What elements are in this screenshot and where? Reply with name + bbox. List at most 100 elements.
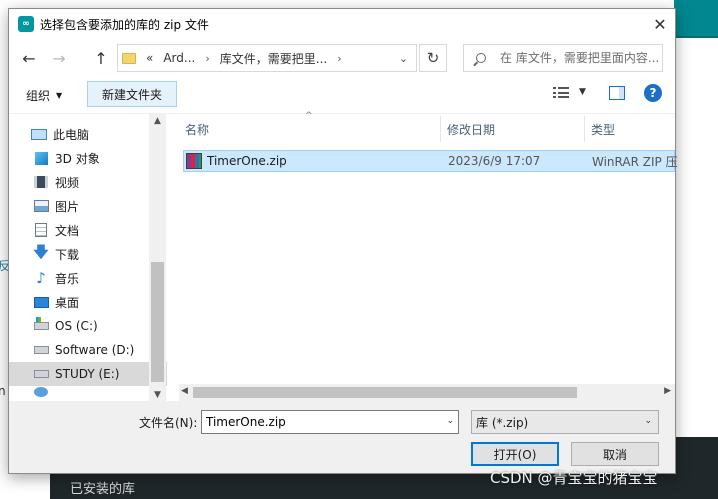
organize-label: 组织 (26, 88, 51, 103)
background-app-divider (674, 36, 718, 38)
refresh-button[interactable]: ↻ (419, 44, 447, 72)
sidebar-item-videos[interactable]: 视频 (9, 170, 167, 194)
file-list-horizontal-scrollbar[interactable]: ◀ ▶ (179, 384, 675, 401)
chevron-down-icon: ⌄ (398, 51, 409, 65)
command-toolbar: 组织 ▼ 新建文件夹 ▼ ? (9, 79, 675, 111)
sidebar-item-software-d[interactable]: Software (D:) (9, 338, 167, 362)
sidebar-item-label: 图片 (55, 199, 80, 214)
navigation-bar: ← → ↑ « Ard... › 库文件，需要把里... › ⌄ ↻ (9, 39, 675, 79)
sidebar-item-label: Software (D:) (55, 343, 135, 357)
sidebar-item-label: OS (C:) (55, 319, 98, 333)
breadcrumb-overflow[interactable]: « (146, 51, 153, 65)
sidebar-item-label: 文档 (55, 223, 80, 238)
sidebar-item-os-c[interactable]: OS (C:) (9, 314, 167, 338)
chevron-right-icon[interactable]: › (205, 52, 209, 65)
scroll-up-icon[interactable]: ▲ (149, 116, 166, 126)
arrow-up-icon: ↑ (94, 48, 108, 68)
sidebar-scrollbar[interactable]: ▲ ▼ (149, 114, 166, 402)
organize-menu-button[interactable]: 组织 ▼ (18, 84, 70, 106)
arduino-app-icon: ∞ (18, 16, 34, 32)
file-date-cell: 2023/6/9 17:07 (448, 154, 541, 168)
file-row[interactable]: TimerOne.zip 2023/6/9 17:07 WinRAR ZIP 压 (183, 150, 678, 172)
network-icon (34, 387, 48, 397)
search-input[interactable] (500, 51, 660, 65)
video-icon (34, 176, 48, 188)
column-header-type[interactable]: 类型 (585, 114, 675, 144)
column-header-date[interactable]: 修改日期 (441, 114, 583, 144)
navigation-pane: 此电脑 3D 对象 视频 图片 文档 🡇 下载 ♪ 音乐 桌面 OS (C:) … (9, 114, 167, 402)
forward-button[interactable]: → (45, 44, 73, 72)
pictures-icon (33, 200, 49, 212)
sidebar-item-label: 桌面 (55, 295, 80, 310)
address-history-dropdown[interactable]: ⌄ (390, 45, 416, 71)
view-details-icon[interactable] (553, 87, 569, 99)
file-name-cell: TimerOne.zip (186, 151, 287, 171)
chevron-down-icon: ⌄ (644, 416, 652, 426)
search-icon (476, 53, 486, 63)
dialog-footer: 文件名(N): ⌄ 库 (*.zip) ⌄ 打开(O) 取消 (9, 401, 675, 473)
sidebar-item-label: 视频 (55, 175, 80, 190)
sidebar-item-documents[interactable]: 文档 (9, 218, 167, 242)
scrollbar-thumb[interactable] (193, 387, 577, 398)
caret-down-icon: ▼ (56, 90, 63, 100)
scrollbar-thumb[interactable] (151, 262, 164, 382)
sidebar-item-study-e[interactable]: STUDY (E:) (9, 362, 167, 386)
sidebar-item-desktop[interactable]: 桌面 (9, 290, 167, 314)
scroll-left-icon[interactable]: ◀ (181, 386, 188, 396)
file-type-select[interactable]: 库 (*.zip) ⌄ (471, 410, 659, 434)
zip-archive-icon (186, 153, 202, 169)
chevron-down-icon[interactable]: ⌄ (446, 416, 454, 426)
background-app-toolbar (674, 0, 718, 36)
filename-input[interactable] (206, 415, 431, 429)
new-folder-button[interactable]: 新建文件夹 (87, 81, 178, 107)
os-drive-icon (33, 317, 49, 330)
help-icon[interactable]: ? (644, 84, 662, 102)
dialog-body: 此电脑 3D 对象 视频 图片 文档 🡇 下载 ♪ 音乐 桌面 OS (C:) … (9, 111, 678, 402)
drive-icon (33, 370, 49, 378)
sidebar-item-network[interactable] (9, 386, 167, 398)
sidebar-item-pictures[interactable]: 图片 (9, 194, 167, 218)
drive-icon (33, 346, 49, 354)
view-options-dropdown[interactable]: ▼ (579, 87, 586, 97)
sidebar-item-downloads[interactable]: 🡇 下载 (9, 242, 167, 266)
documents-icon (35, 223, 47, 237)
cancel-button[interactable]: 取消 (571, 442, 659, 466)
file-open-dialog: ∞ 选择包含要添加的库的 zip 文件 ✕ ← → ↑ « Ard... › 库… (8, 8, 678, 474)
file-name: TimerOne.zip (207, 154, 287, 168)
sidebar-item-label: STUDY (E:) (55, 367, 120, 381)
preview-pane-icon[interactable] (609, 86, 625, 100)
music-icon: ♪ (36, 269, 46, 287)
sidebar-item-3d-objects[interactable]: 3D 对象 (9, 146, 167, 170)
filename-combobox[interactable]: ⌄ (201, 410, 459, 434)
column-label: 名称 (185, 122, 210, 137)
sidebar-item-label: 3D 对象 (55, 151, 100, 166)
scroll-down-icon[interactable]: ▼ (149, 390, 166, 400)
dialog-titlebar[interactable]: ∞ 选择包含要添加的库的 zip 文件 ✕ (9, 9, 675, 39)
column-header-name[interactable]: 名称 (179, 114, 439, 144)
background-status-text: 已安装的库 (70, 482, 136, 497)
refresh-icon: ↻ (426, 49, 440, 67)
column-label: 修改日期 (447, 122, 496, 137)
desktop-icon (33, 296, 49, 308)
file-list: ^ 名称 修改日期 类型 TimerOne.zip 2023/6/9 17:07… (179, 111, 678, 402)
cube-3d-icon (34, 151, 48, 165)
up-button[interactable]: ↑ (87, 44, 115, 72)
arrow-left-icon: ← (22, 48, 36, 68)
computer-icon (31, 128, 47, 140)
background-console (674, 437, 718, 477)
chevron-right-icon[interactable]: › (337, 52, 341, 65)
address-bar[interactable]: « Ard... › 库文件，需要把里... › ⌄ (117, 44, 417, 72)
scroll-right-icon[interactable]: ▶ (664, 386, 671, 396)
breadcrumb-segment-library[interactable]: 库文件，需要把里... (220, 50, 327, 67)
column-headers: ^ 名称 修改日期 类型 (179, 111, 675, 144)
sidebar-item-music[interactable]: ♪ 音乐 (9, 266, 167, 290)
background-text-fragment: n (0, 384, 6, 398)
watermark-text: CSDN @青宝宝的猪宝宝 (490, 469, 658, 487)
open-button[interactable]: 打开(O) (471, 442, 559, 466)
open-label: 打开(O) (493, 447, 537, 462)
close-button[interactable]: ✕ (645, 9, 675, 39)
search-box[interactable] (463, 44, 663, 72)
breadcrumb-segment-ard[interactable]: Ard... (163, 51, 195, 65)
sidebar-item-this-pc[interactable]: 此电脑 (9, 122, 167, 146)
back-button[interactable]: ← (15, 44, 43, 72)
